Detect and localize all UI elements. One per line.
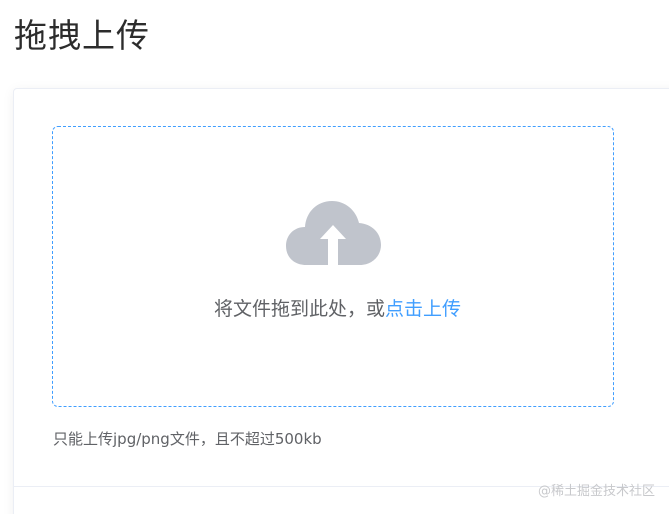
click-upload-link[interactable]: 点击上传: [385, 298, 461, 320]
upload-tip: 只能上传jpg/png文件，且不超过500kb: [53, 430, 322, 448]
page: 拖拽上传 将文件拖到此处，或点击上传 只能上传jpg/png文件，且不超过500…: [0, 0, 669, 514]
upload-drop-zone[interactable]: [52, 126, 614, 407]
watermark: @稀土掘金技术社区: [537, 484, 655, 499]
page-title: 拖拽上传: [14, 16, 150, 55]
drag-text: 将文件拖到此处，或: [214, 298, 386, 320]
upload-instructions: 将文件拖到此处，或点击上传: [0, 296, 669, 322]
upload-cloud-icon: [286, 201, 381, 265]
